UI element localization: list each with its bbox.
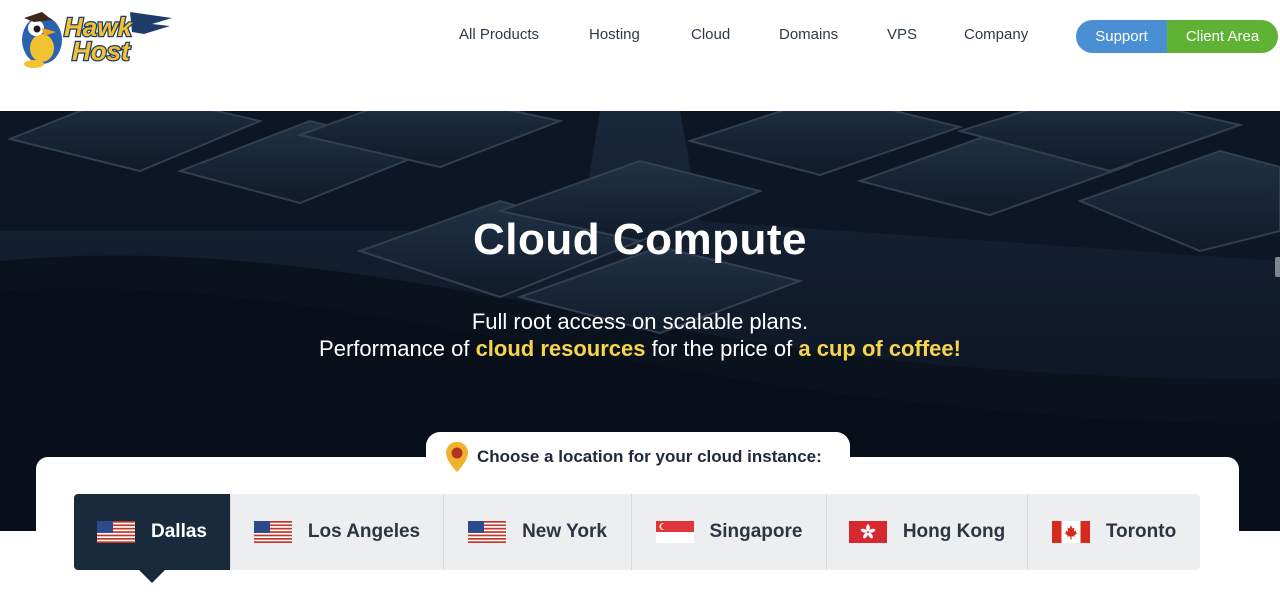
location-label: Dallas <box>151 521 207 542</box>
canada-flag-icon <box>1051 521 1090 543</box>
location-label: New York <box>522 521 607 542</box>
hero-subtitle-line2: Performance of cloud resources for the p… <box>0 336 1280 362</box>
location-prompt: Choose a location for your cloud instanc… <box>445 440 822 474</box>
location-label: Toronto <box>1105 521 1177 542</box>
site-header: Hawk Host All Products Hosting Cloud Dom… <box>0 0 1280 111</box>
subtitle-highlight-coffee: a cup of coffee! <box>798 336 961 361</box>
nav-company[interactable]: Company <box>964 26 1028 43</box>
active-location-caret <box>139 570 165 583</box>
location-tab-toronto[interactable]: Toronto <box>1028 494 1200 570</box>
location-tab-hong-kong[interactable]: Hong Kong <box>827 494 1028 570</box>
nav-cloud[interactable]: Cloud <box>691 26 730 43</box>
support-button[interactable]: Support <box>1076 20 1167 53</box>
location-label: Singapore <box>709 521 803 542</box>
header-button-group: Support Client Area <box>1076 20 1278 53</box>
singapore-flag-icon <box>655 521 694 543</box>
client-area-button[interactable]: Client Area <box>1167 20 1278 53</box>
location-tab-los-angeles[interactable]: Los Angeles <box>231 494 444 570</box>
scroll-indicator[interactable] <box>1275 257 1280 277</box>
us-flag-icon <box>253 521 292 543</box>
location-pin-icon <box>446 442 468 472</box>
nav-hosting[interactable]: Hosting <box>589 26 640 43</box>
nav-vps[interactable]: VPS <box>887 26 917 43</box>
location-tabs: Dallas Los Angeles New York Singapore Ho… <box>74 494 1200 570</box>
location-label: Hong Kong <box>902 521 1006 542</box>
hong-kong-flag-icon <box>848 521 887 543</box>
location-label: Los Angeles <box>307 521 421 542</box>
subtitle-highlight-cloud: cloud resources <box>475 336 646 361</box>
location-tab-singapore[interactable]: Singapore <box>632 494 827 570</box>
location-prompt-text: Choose a location for your cloud instanc… <box>477 447 822 466</box>
nav-domains[interactable]: Domains <box>779 26 838 43</box>
hero-subtitle-line1: Full root access on scalable plans. <box>471 309 809 334</box>
subtitle-text: for the price of <box>645 336 799 361</box>
us-flag-icon <box>468 521 507 543</box>
us-flag-icon <box>97 521 135 543</box>
nav-all-products[interactable]: All Products <box>459 26 539 43</box>
page-title: Cloud Compute <box>472 215 807 264</box>
location-tab-new-york[interactable]: New York <box>444 494 632 570</box>
location-tab-dallas[interactable]: Dallas <box>74 494 231 570</box>
subtitle-text: Performance of <box>319 336 476 361</box>
